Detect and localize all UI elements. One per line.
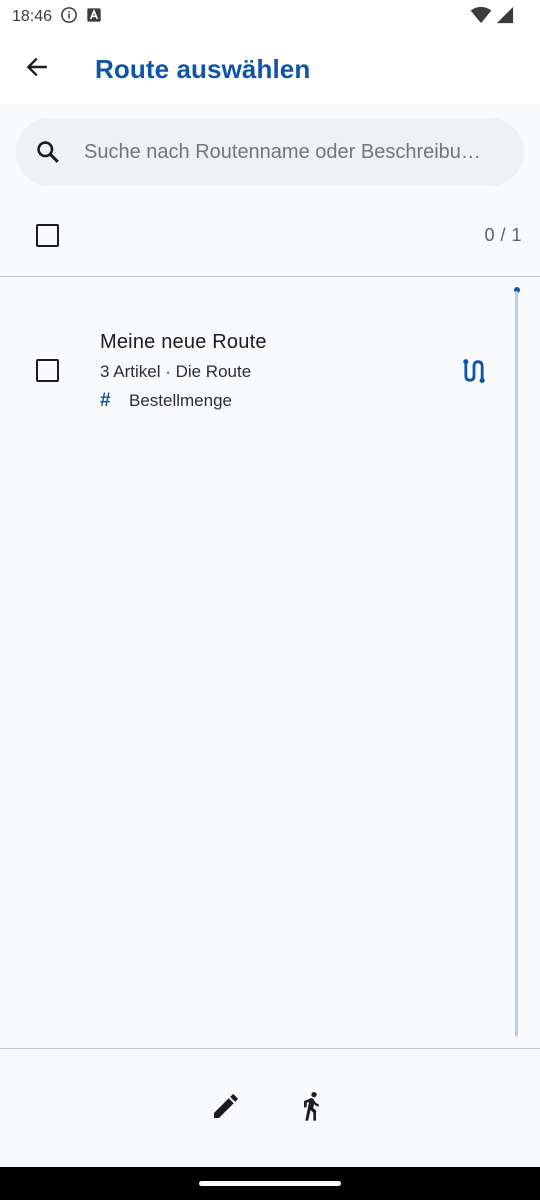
route-checkbox[interactable] xyxy=(36,359,59,382)
app-bar: Route auswählen xyxy=(0,34,540,104)
route-list: Meine neue Route 3 Artikel · Die Route #… xyxy=(0,277,540,1047)
selection-counter: 0 / 1 xyxy=(484,224,522,245)
route-name: Meine neue Route xyxy=(100,331,267,353)
status-time: 18:46 xyxy=(12,8,53,25)
search-icon xyxy=(34,138,62,166)
edit-pencil-icon xyxy=(210,1090,242,1127)
route-icon[interactable] xyxy=(460,357,488,385)
run-button[interactable] xyxy=(288,1084,336,1132)
route-tag-label: Bestellmenge xyxy=(129,391,233,410)
status-bar: 18:46 xyxy=(0,0,540,34)
run-icon xyxy=(296,1090,328,1127)
system-nav-bar xyxy=(0,1167,540,1200)
hash-icon: # xyxy=(100,390,111,411)
home-handle[interactable] xyxy=(199,1181,341,1186)
info-icon xyxy=(60,6,78,29)
page-title: Route auswählen xyxy=(95,53,311,84)
select-all-row: 0 / 1 xyxy=(0,196,540,274)
route-subtitle: 3 Artikel · Die Route xyxy=(100,362,252,381)
scrollbar[interactable] xyxy=(515,291,518,1037)
arrow-back-icon xyxy=(24,54,50,85)
cellular-icon xyxy=(496,6,514,29)
bottom-actions xyxy=(0,1049,540,1167)
route-text: Meine neue Route 3 Artikel · Die Route #… xyxy=(100,331,267,412)
list-item[interactable]: Meine neue Route 3 Artikel · Die Route #… xyxy=(0,301,510,411)
edit-button[interactable] xyxy=(202,1084,250,1132)
search-bar[interactable] xyxy=(16,118,524,186)
back-button[interactable] xyxy=(13,45,61,93)
search-input[interactable] xyxy=(84,140,514,164)
a-box-icon xyxy=(86,7,102,28)
select-all-checkbox[interactable] xyxy=(36,223,59,247)
route-tag: # Bestellmenge xyxy=(100,390,267,412)
wifi-icon xyxy=(470,6,492,29)
